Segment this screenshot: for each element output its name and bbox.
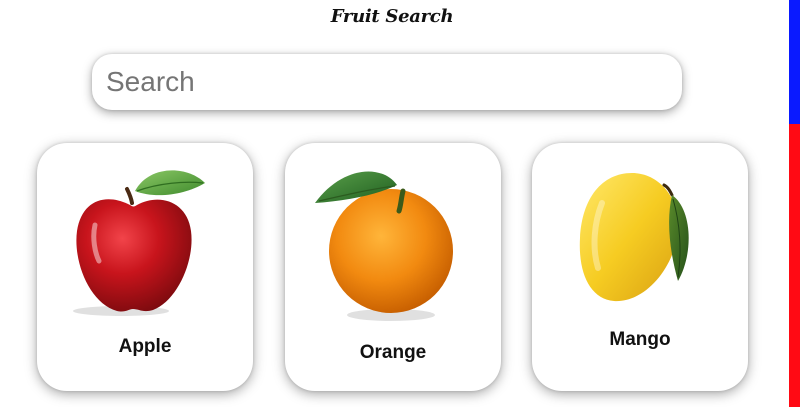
fruit-name: Apple bbox=[118, 336, 172, 357]
fruit-card-orange[interactable]: Orange bbox=[285, 143, 501, 391]
fruit-card-mango[interactable]: Mango bbox=[532, 143, 748, 391]
fruit-name: Mango bbox=[609, 329, 671, 350]
page-title: Fruit Search bbox=[330, 6, 454, 27]
mango-icon bbox=[579, 173, 689, 302]
fruit-name: Orange bbox=[359, 342, 427, 363]
scrollbar-thumb[interactable] bbox=[789, 0, 800, 124]
search-box[interactable] bbox=[92, 54, 682, 110]
scrollbar-track[interactable] bbox=[789, 124, 800, 407]
fruit-card-apple[interactable]: Apple bbox=[37, 143, 253, 391]
page-scrollbar[interactable] bbox=[789, 0, 800, 407]
search-input[interactable] bbox=[92, 54, 682, 110]
